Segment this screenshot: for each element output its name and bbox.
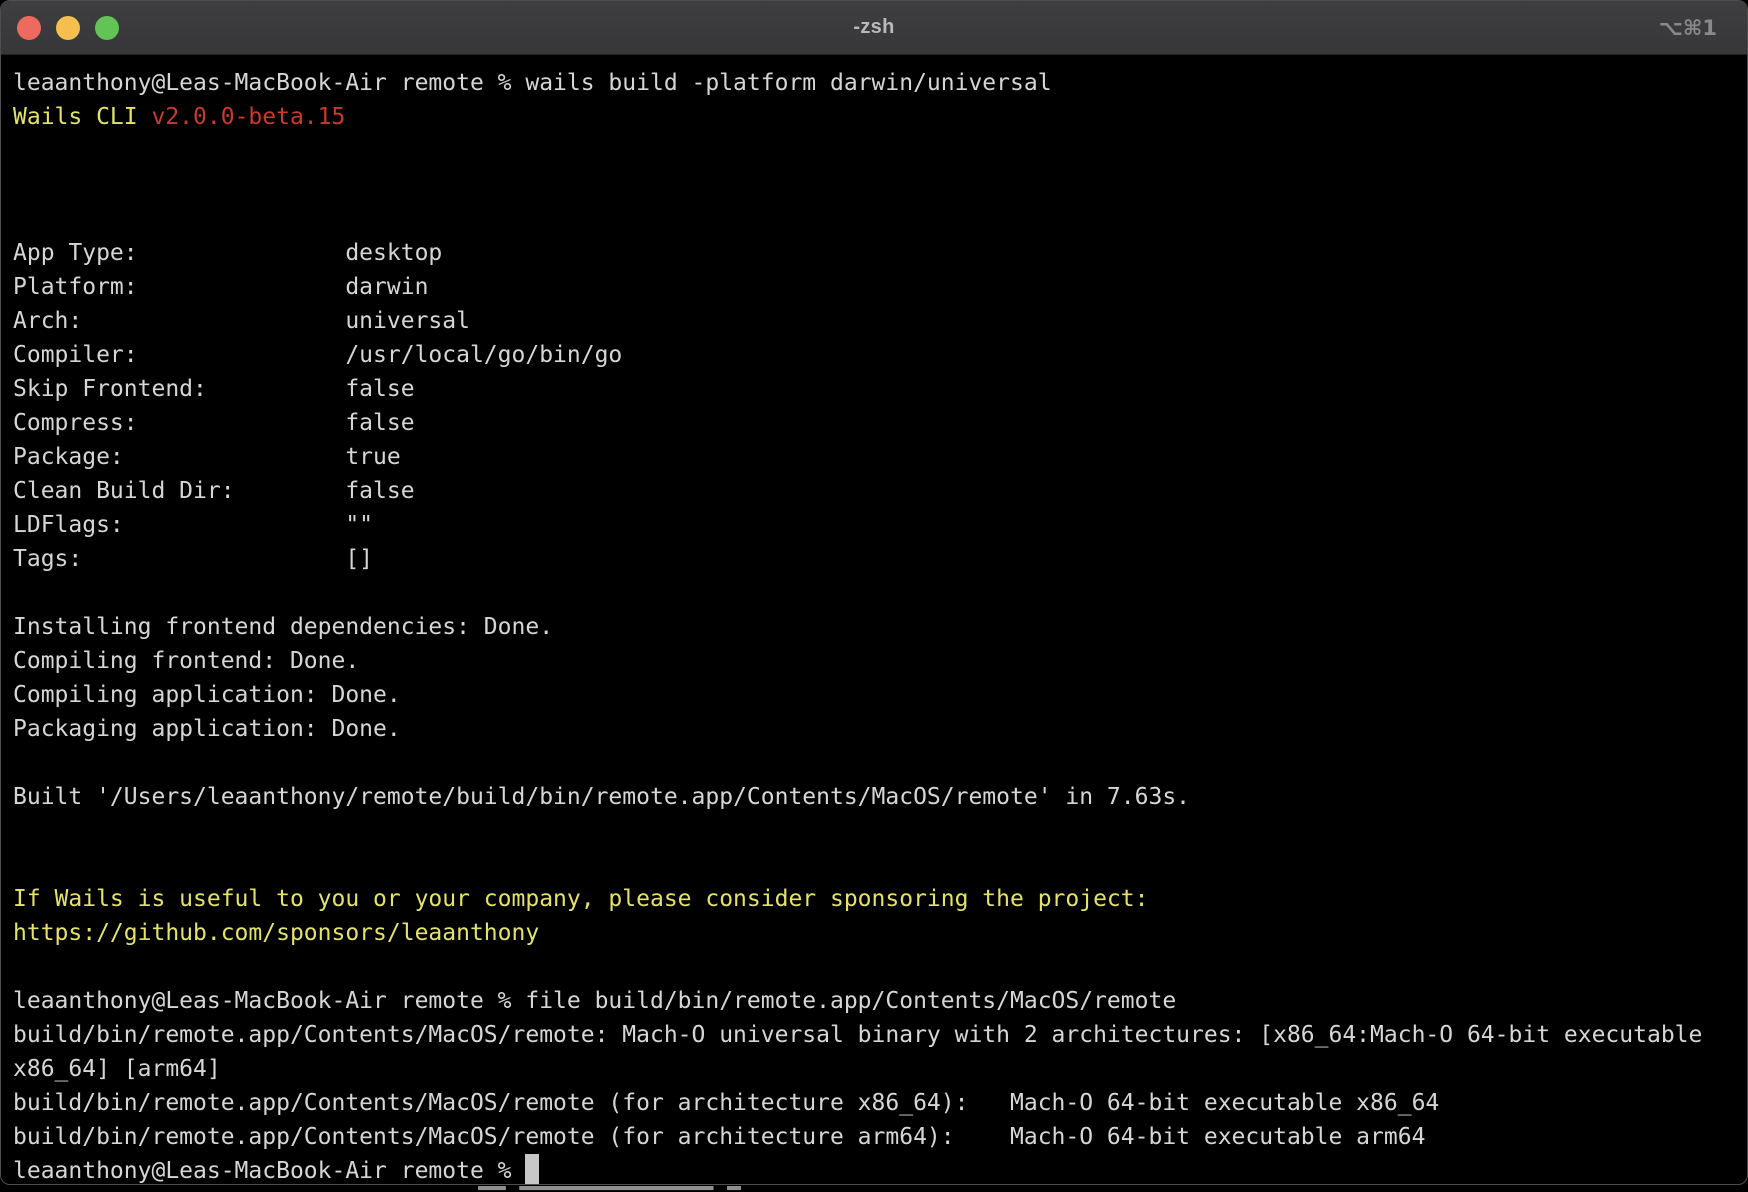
terminal-line: leaanthony@Leas-MacBook-Air remote % fil… bbox=[13, 984, 1747, 1018]
terminal-text-segment: build/bin/remote.app/Contents/MacOS/remo… bbox=[13, 1124, 1425, 1150]
terminal-text-segment: If Wails is useful to you or your compan… bbox=[13, 886, 1148, 912]
terminal-line: Arch: universal bbox=[13, 304, 1747, 338]
terminal-output[interactable]: leaanthony@Leas-MacBook-Air remote % wai… bbox=[1, 55, 1747, 1185]
close-window-button[interactable] bbox=[17, 16, 41, 40]
terminal-text-segment: Skip Frontend: false bbox=[13, 376, 415, 402]
terminal-text-segment: build/bin/remote.app/Contents/MacOS/remo… bbox=[13, 1090, 1439, 1116]
terminal-text-segment: leaanthony@Leas-MacBook-Air remote % wai… bbox=[13, 70, 1052, 96]
clipped-text-fragment: ▀▀ ▀▀▀▀▀▀▀▀▀▀▀▀▀▀ ▀ bbox=[478, 1186, 741, 1192]
terminal-text-segment: Packaging application: Done. bbox=[13, 716, 401, 742]
terminal-text-segment: https://github.com/sponsors/leaanthony bbox=[13, 920, 539, 946]
terminal-line: https://github.com/sponsors/leaanthony bbox=[13, 916, 1747, 950]
terminal-line bbox=[13, 202, 1747, 236]
terminal-line: Platform: darwin bbox=[13, 270, 1747, 304]
terminal-text-segment: Compiler: /usr/local/go/bin/go bbox=[13, 342, 622, 368]
terminal-line: Compiling application: Done. bbox=[13, 678, 1747, 712]
terminal-line: Compress: false bbox=[13, 406, 1747, 440]
window-shortcut-badge: ⌥⌘1 bbox=[1659, 1, 1717, 54]
terminal-line: Skip Frontend: false bbox=[13, 372, 1747, 406]
terminal-text-segment: Tags: [] bbox=[13, 546, 373, 572]
terminal-line bbox=[13, 746, 1747, 780]
window-title: -zsh bbox=[1, 16, 1747, 39]
terminal-line: build/bin/remote.app/Contents/MacOS/remo… bbox=[13, 1086, 1747, 1120]
terminal-line bbox=[13, 848, 1747, 882]
terminal-line: Packaging application: Done. bbox=[13, 712, 1747, 746]
terminal-line: Compiling frontend: Done. bbox=[13, 644, 1747, 678]
terminal-line bbox=[13, 168, 1747, 202]
terminal-line: Built '/Users/leaanthony/remote/build/bi… bbox=[13, 780, 1747, 814]
terminal-line: Clean Build Dir: false bbox=[13, 474, 1747, 508]
terminal-line: If Wails is useful to you or your compan… bbox=[13, 882, 1747, 916]
terminal-text-segment: App Type: desktop bbox=[13, 240, 442, 266]
terminal-cursor bbox=[525, 1154, 539, 1185]
window-titlebar[interactable]: -zsh ⌥⌘1 bbox=[1, 1, 1747, 55]
terminal-line: leaanthony@Leas-MacBook-Air remote % bbox=[13, 1154, 1747, 1185]
terminal-line: Installing frontend dependencies: Done. bbox=[13, 610, 1747, 644]
terminal-line: x86_64] [arm64] bbox=[13, 1052, 1747, 1086]
terminal-line bbox=[13, 134, 1747, 168]
minimize-window-button[interactable] bbox=[56, 16, 80, 40]
terminal-text-segment: leaanthony@Leas-MacBook-Air remote % bbox=[13, 1158, 525, 1184]
terminal-line: build/bin/remote.app/Contents/MacOS/remo… bbox=[13, 1120, 1747, 1154]
terminal-text-segment: Compiling frontend: Done. bbox=[13, 648, 359, 674]
terminal-text-segment: LDFlags: "" bbox=[13, 512, 373, 538]
terminal-line: App Type: desktop bbox=[13, 236, 1747, 270]
terminal-text-segment: x86_64] [arm64] bbox=[13, 1056, 221, 1082]
traffic-lights bbox=[17, 1, 119, 54]
terminal-text-segment: leaanthony@Leas-MacBook-Air remote % fil… bbox=[13, 988, 1176, 1014]
terminal-line: Tags: [] bbox=[13, 542, 1747, 576]
terminal-line bbox=[13, 814, 1747, 848]
terminal-text-segment: Installing frontend dependencies: Done. bbox=[13, 614, 553, 640]
terminal-line: leaanthony@Leas-MacBook-Air remote % wai… bbox=[13, 66, 1747, 100]
desktop-background: -zsh ⌥⌘1 leaanthony@Leas-MacBook-Air rem… bbox=[0, 0, 1748, 1192]
terminal-text-segment: Compiling application: Done. bbox=[13, 682, 401, 708]
terminal-text-segment: Compress: false bbox=[13, 410, 415, 436]
terminal-line bbox=[13, 950, 1747, 984]
terminal-text-segment: Clean Build Dir: false bbox=[13, 478, 415, 504]
terminal-text-segment: Built '/Users/leaanthony/remote/build/bi… bbox=[13, 784, 1190, 810]
terminal-line: Compiler: /usr/local/go/bin/go bbox=[13, 338, 1747, 372]
terminal-text-segment: build/bin/remote.app/Contents/MacOS/remo… bbox=[13, 1022, 1702, 1048]
terminal-line: build/bin/remote.app/Contents/MacOS/remo… bbox=[13, 1018, 1747, 1052]
terminal-line: Wails CLI v2.0.0-beta.15 bbox=[13, 100, 1747, 134]
zoom-window-button[interactable] bbox=[95, 16, 119, 40]
terminal-line bbox=[13, 576, 1747, 610]
terminal-text-segment: Wails CLI bbox=[13, 104, 151, 130]
terminal-text-segment: Arch: universal bbox=[13, 308, 470, 334]
terminal-line: LDFlags: "" bbox=[13, 508, 1747, 542]
terminal-window: -zsh ⌥⌘1 leaanthony@Leas-MacBook-Air rem… bbox=[0, 0, 1748, 1185]
terminal-text-segment: Package: true bbox=[13, 444, 401, 470]
terminal-line: Package: true bbox=[13, 440, 1747, 474]
terminal-text-segment: v2.0.0-beta.15 bbox=[151, 104, 345, 130]
terminal-text-segment: Platform: darwin bbox=[13, 274, 428, 300]
